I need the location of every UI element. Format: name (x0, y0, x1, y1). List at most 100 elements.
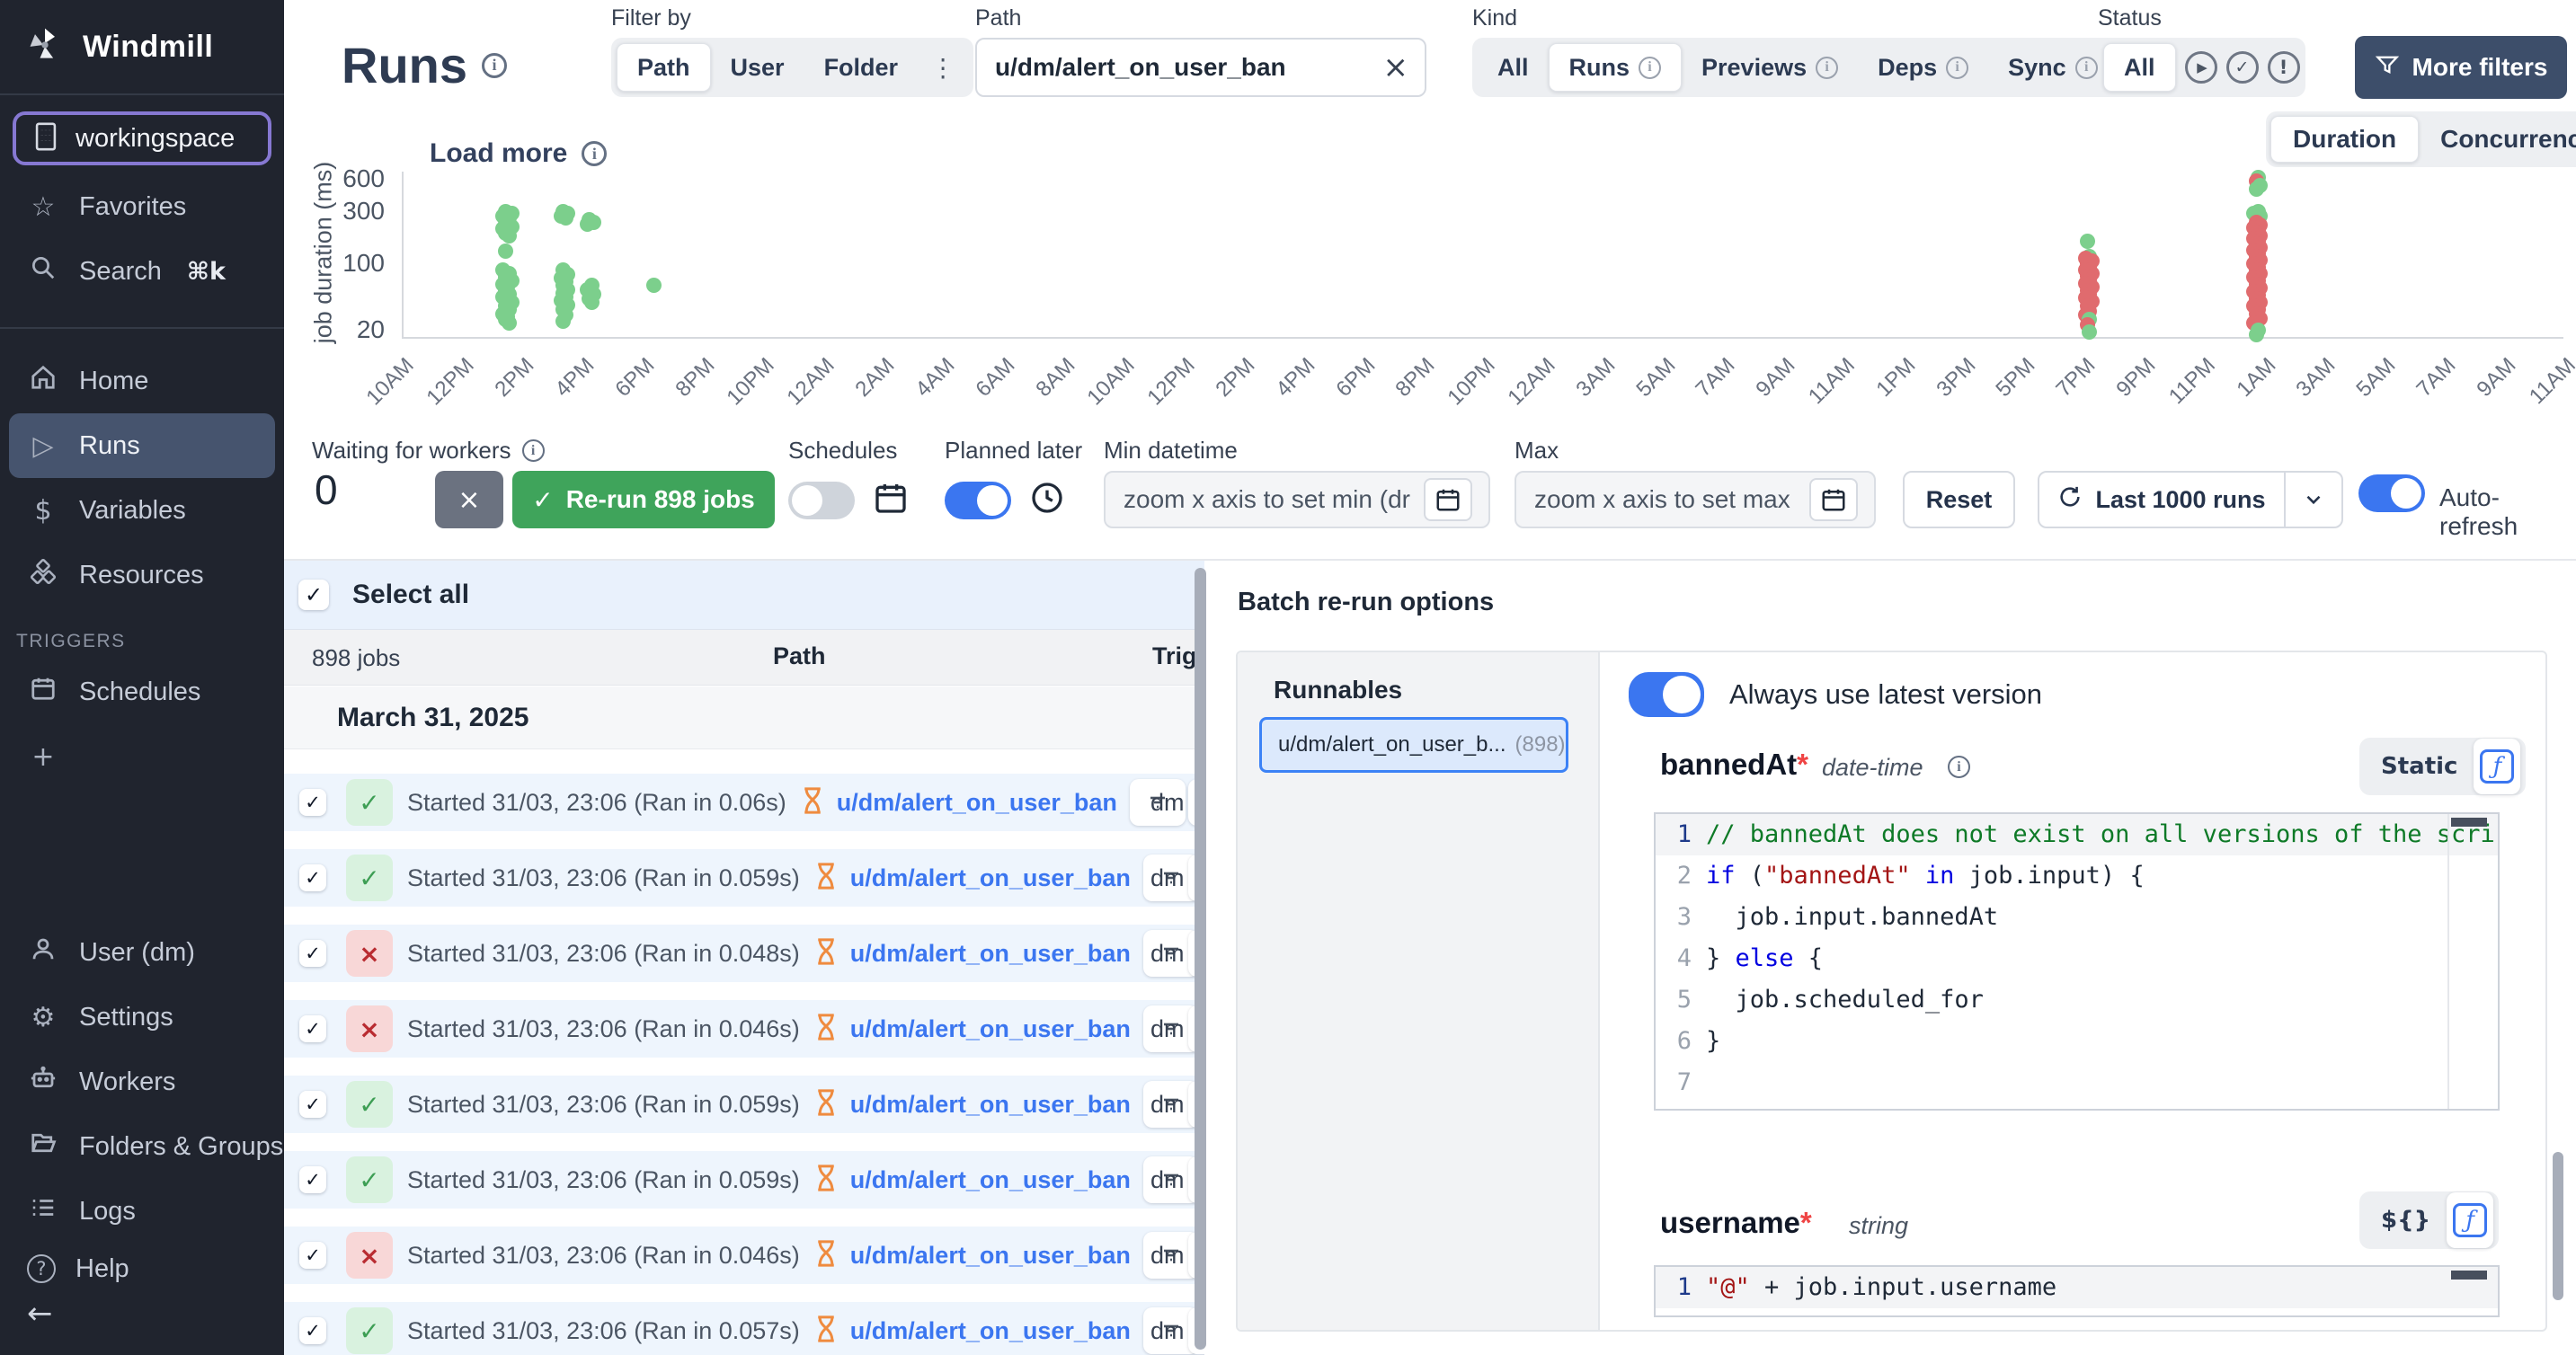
sidebar-item-settings[interactable]: ⚙ Settings (0, 985, 284, 1049)
job-row[interactable]: ✓ × Started 31/03, 23:06 (Ran in 0.048s)… (284, 925, 1204, 982)
row-checkbox[interactable]: ✓ (299, 789, 326, 816)
job-path-link[interactable]: u/dm/alert_on_user_ban (850, 864, 1131, 892)
filter-option-folder[interactable]: Folder (804, 43, 919, 92)
sidebar-item-runs[interactable]: ▷ Runs (9, 413, 275, 478)
job-path-link[interactable]: u/dm/alert_on_user_ban (837, 789, 1117, 817)
job-row[interactable]: ✓ × Started 31/03, 23:06 (Ran in 0.046s)… (284, 1227, 1204, 1284)
x-tick-label: 1AM (2232, 353, 2281, 403)
logo-row[interactable]: Windmill (0, 0, 284, 93)
kind-option-all[interactable]: All (1478, 43, 1549, 92)
min-datetime-input[interactable] (1122, 484, 1413, 515)
job-row[interactable]: ✓ × Started 31/03, 23:06 (Ran in 0.046s)… (284, 1000, 1204, 1058)
cubes-icon (27, 558, 59, 592)
job-path-link[interactable]: u/dm/alert_on_user_ban (850, 1015, 1131, 1043)
cancel-selection-button[interactable]: × (435, 471, 503, 528)
job-row[interactable]: ✓ ✓ Started 31/03, 23:06 (Ran in 0.059s)… (284, 849, 1204, 907)
sidebar-item-variables[interactable]: $ Variables (0, 478, 284, 543)
row-checkbox[interactable]: ✓ (299, 864, 326, 891)
max-datetime-input[interactable] (1532, 484, 1799, 515)
duration-scatter-chart[interactable] (402, 172, 2563, 339)
row-checkbox[interactable]: ✓ (299, 1242, 326, 1269)
last-runs-main[interactable]: Last 1000 runs (2039, 484, 2284, 516)
more-filters-button[interactable]: More filters (2355, 36, 2567, 99)
line-number: 5 (1656, 979, 1706, 1021)
sidebar-item-resources[interactable]: Resources (0, 543, 284, 607)
row-checkbox[interactable]: ✓ (299, 1015, 326, 1042)
job-row[interactable]: ✓ ✓ Started 31/03, 23:06 (Ran in 0.06s) … (284, 774, 1204, 831)
panel-scrollbar[interactable] (2553, 1152, 2563, 1300)
view-option-duration[interactable]: Duration (2270, 116, 2419, 163)
calendar-icon[interactable] (1424, 478, 1472, 521)
row-checkbox[interactable]: ✓ (299, 1091, 326, 1118)
rerun-jobs-button[interactable]: ✓ Re-run 898 jobs (512, 471, 775, 528)
status-failure-icon[interactable]: ! (2268, 51, 2300, 84)
runnable-chip[interactable]: u/dm/alert_on_user_b... (898) (1259, 717, 1568, 773)
job-started-text: Started 31/03, 23:06 (Ran in 0.057s) (407, 1317, 800, 1345)
filter-option-user[interactable]: User (711, 43, 804, 92)
job-path-link[interactable]: u/dm/alert_on_user_ban (850, 940, 1131, 968)
kind-option-previews[interactable]: Previews i (1682, 43, 1858, 92)
kebab-menu-icon[interactable]: ⋮ (918, 53, 968, 83)
filter-option-path[interactable]: Path (617, 43, 711, 92)
sidebar-item-schedules[interactable]: Schedules (0, 660, 284, 724)
schedules-toggle[interactable] (788, 482, 855, 519)
job-row[interactable]: ✓ ✓ Started 31/03, 23:06 (Ran in 0.057s)… (284, 1302, 1204, 1355)
status-success-icon[interactable]: ✓ (2226, 51, 2259, 84)
row-checkbox[interactable]: ✓ (299, 1317, 326, 1344)
load-more-button[interactable]: Load more i (430, 138, 607, 169)
job-path-link[interactable]: u/dm/alert_on_user_ban (850, 1242, 1131, 1270)
hourglass-icon (813, 1087, 839, 1122)
select-all-checkbox[interactable]: ✓ (298, 580, 329, 610)
mode-javascript-button[interactable]: ƒ (2447, 1192, 2493, 1248)
row-checkbox[interactable]: ✓ (299, 940, 326, 967)
job-row[interactable]: ✓ ✓ Started 31/03, 23:06 (Ran in 0.059s)… (284, 1076, 1204, 1133)
info-icon: i (1816, 57, 1838, 79)
username-code-editor[interactable]: 1"@" + job.input.username (1654, 1265, 2500, 1317)
kind-option-label: Previews (1701, 54, 1807, 82)
mode-javascript-button[interactable]: ƒ (2474, 739, 2520, 794)
info-icon[interactable]: i (1948, 756, 1970, 778)
kind-option-label: Sync (2008, 54, 2066, 82)
sidebar-item-favorites[interactable]: ☆ Favorites (0, 174, 284, 239)
mode-template[interactable]: ${} (2365, 1207, 2447, 1234)
job-path-link[interactable]: u/dm/alert_on_user_ban (850, 1091, 1131, 1119)
last-runs-dropdown[interactable] (2284, 473, 2341, 527)
clear-path-icon[interactable]: × (1383, 52, 1409, 83)
list-scrollbar[interactable] (1195, 568, 1206, 1350)
sidebar-item-folders[interactable]: Folders & Groups... (0, 1114, 284, 1179)
sidebar-item-search[interactable]: Search ⌘k (0, 239, 284, 304)
sidebar-item-help[interactable]: ? Help (0, 1244, 284, 1294)
latest-version-toggle[interactable] (1629, 672, 1704, 717)
bannedAt-code-editor[interactable]: 1// bannedAt does not exist on all versi… (1654, 812, 2500, 1111)
x-tick-label: 6PM (610, 353, 660, 403)
view-option-concurrency[interactable]: Concurrency (2419, 116, 2576, 163)
x-tick-label: 6AM (971, 353, 1020, 403)
workspace-selector[interactable]: workingspace (13, 111, 271, 165)
editor-scrollbar[interactable] (2451, 818, 2487, 827)
auto-refresh-toggle[interactable] (2358, 474, 2425, 512)
planned-later-toggle[interactable] (945, 482, 1011, 519)
add-trigger-button[interactable]: + (0, 724, 284, 789)
sidebar-item-label: Logs (79, 1197, 136, 1227)
job-row[interactable]: ✓ ✓ Started 31/03, 23:06 (Ran in 0.059s)… (284, 1151, 1204, 1209)
mode-static[interactable]: Static (2365, 753, 2474, 780)
sidebar-item-workers[interactable]: Workers (0, 1049, 284, 1114)
calendar-icon[interactable] (1809, 478, 1858, 521)
sidebar-item-user[interactable]: User (dm) (0, 920, 284, 985)
editor-scrollbar[interactable] (2451, 1271, 2487, 1280)
kind-option-deps[interactable]: Deps i (1858, 43, 1988, 92)
last-runs-button[interactable]: Last 1000 runs (2038, 471, 2343, 528)
path-input[interactable] (993, 52, 1372, 83)
row-checkbox[interactable]: ✓ (299, 1166, 326, 1193)
job-path-link[interactable]: u/dm/alert_on_user_ban (850, 1317, 1131, 1345)
job-path-link[interactable]: u/dm/alert_on_user_ban (850, 1166, 1131, 1194)
kind-option-runs[interactable]: Runs i (1549, 43, 1683, 92)
sidebar-item-home[interactable]: Home (0, 349, 284, 413)
collapse-sidebar-icon[interactable]: ← (0, 1294, 284, 1332)
info-icon: i (2075, 57, 2098, 79)
reset-button[interactable]: Reset (1903, 471, 2015, 528)
sidebar-item-logs[interactable]: Logs (0, 1179, 284, 1244)
info-icon[interactable]: i (482, 53, 507, 78)
status-option-all[interactable]: All (2103, 43, 2176, 92)
status-running-icon[interactable]: ▶ (2185, 51, 2217, 84)
